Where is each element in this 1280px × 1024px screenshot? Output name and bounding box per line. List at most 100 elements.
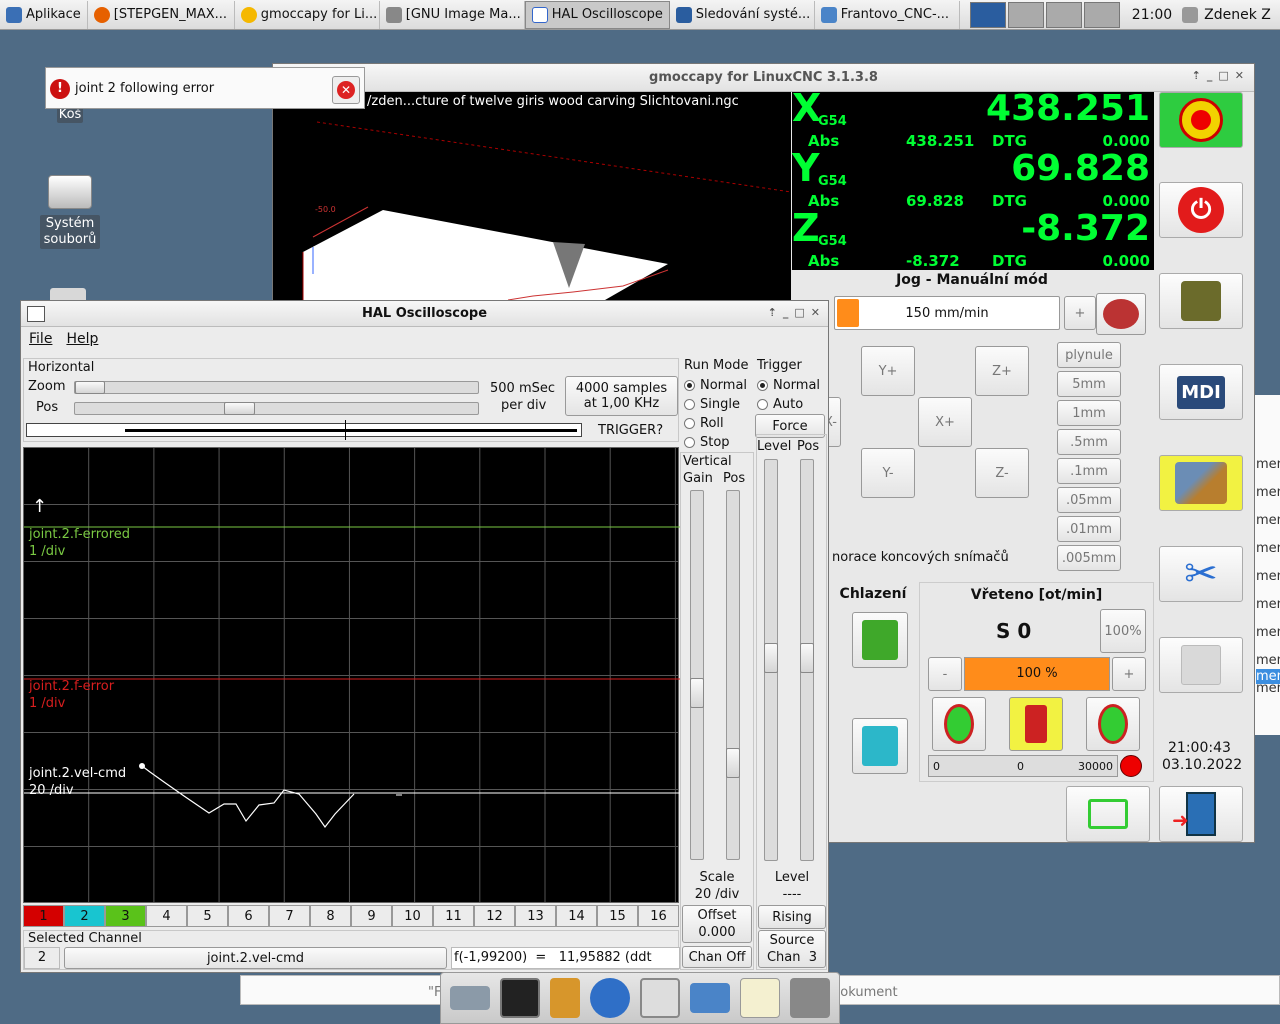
jog-speed-slider[interactable]: 150 mm/min bbox=[834, 296, 1060, 330]
mdi-button[interactable]: MDI bbox=[1159, 364, 1243, 420]
channel-button-12[interactable]: 12 bbox=[474, 905, 515, 927]
channel-button-5[interactable]: 5 bbox=[187, 905, 228, 927]
channel-button-15[interactable]: 15 bbox=[597, 905, 638, 927]
taskbar-item-folder[interactable]: Frantovo_CNC-... bbox=[815, 0, 960, 29]
ignore-limits-label[interactable]: norace koncových snímačů bbox=[832, 550, 1009, 565]
clock[interactable]: 21:00 bbox=[1132, 7, 1172, 23]
maximize-icon[interactable]: □ bbox=[794, 306, 804, 319]
spindle-forward-button[interactable] bbox=[932, 697, 986, 751]
channel-button-16[interactable]: 16 bbox=[638, 905, 679, 927]
file-manager-icon[interactable] bbox=[550, 978, 580, 1018]
close-icon[interactable]: ✕ bbox=[1235, 69, 1244, 82]
channel-button-2[interactable]: 2 bbox=[64, 905, 105, 927]
taskbar-item-gmoccapy[interactable]: gmoccapy for Li... bbox=[235, 0, 380, 29]
vertical-pos-slider[interactable] bbox=[726, 490, 740, 860]
jog-y-minus-button[interactable]: Y- bbox=[861, 448, 915, 498]
gcode-preview[interactable]: /zden...cture of twelve giris wood carvi… bbox=[273, 92, 791, 300]
spindle-override-bar[interactable]: 100 % bbox=[964, 657, 1110, 691]
taskbar-item-sysmonitor[interactable]: Sledování systé... bbox=[670, 0, 815, 29]
workspace-1[interactable] bbox=[969, 1, 1006, 28]
run-mode-stop[interactable]: Stop bbox=[684, 433, 753, 452]
search-icon[interactable] bbox=[640, 978, 680, 1018]
show-desktop-icon[interactable] bbox=[450, 986, 490, 1010]
taskbar-item-halscope[interactable]: HAL Oscilloscope bbox=[524, 0, 670, 29]
workspace-2[interactable] bbox=[1007, 1, 1044, 28]
minimize-icon[interactable]: _ bbox=[1207, 69, 1213, 82]
workspace-switcher[interactable] bbox=[969, 1, 1122, 28]
chan-off-button[interactable]: Chan Off bbox=[682, 946, 752, 968]
settings-button[interactable]: ✂ bbox=[1159, 546, 1243, 602]
spindle-stop-button[interactable] bbox=[1009, 697, 1063, 751]
channel-button-1[interactable]: 1 bbox=[23, 905, 64, 927]
scope-display[interactable]: ↑ joint.2.f-errored 1 /div joint.2.f-erro… bbox=[23, 447, 680, 903]
spindle-override-button[interactable]: 100% bbox=[1100, 609, 1146, 653]
screenshot-icon[interactable] bbox=[790, 978, 830, 1018]
pos-slider[interactable] bbox=[74, 402, 479, 415]
jog-y-plus-button[interactable]: Y+ bbox=[861, 346, 915, 396]
desktop-icon-trash[interactable]: Koš bbox=[38, 106, 102, 123]
applications-menu[interactable]: Aplikace bbox=[0, 0, 88, 29]
machine-power-button[interactable]: ⏻ bbox=[1159, 182, 1243, 238]
selected-channel-name-button[interactable]: joint.2.vel-cmd bbox=[64, 947, 447, 969]
channel-button-11[interactable]: 11 bbox=[433, 905, 474, 927]
trigger-pos-slider[interactable] bbox=[800, 459, 814, 861]
maximize-icon[interactable]: □ bbox=[1218, 69, 1228, 82]
taskbar-item-firefox[interactable]: [STEPGEN_MAX... bbox=[88, 0, 235, 29]
increment-button[interactable]: plynule bbox=[1057, 342, 1121, 368]
text-editor-icon[interactable] bbox=[740, 978, 780, 1018]
minimize-icon[interactable]: _ bbox=[783, 306, 789, 319]
close-icon[interactable]: ✕ bbox=[811, 306, 820, 319]
exit-button[interactable]: ➜ bbox=[1159, 786, 1243, 842]
channel-button-13[interactable]: 13 bbox=[515, 905, 556, 927]
mist-button[interactable] bbox=[852, 718, 908, 774]
offset-button[interactable]: Offset 0.000 bbox=[682, 905, 752, 943]
jog-z-plus-button[interactable]: Z+ bbox=[975, 346, 1029, 396]
trigger-source-button[interactable]: Source Chan 3 bbox=[758, 930, 826, 968]
channel-button-6[interactable]: 6 bbox=[228, 905, 269, 927]
increment-button[interactable]: 1mm bbox=[1057, 400, 1121, 426]
manual-mode-button[interactable] bbox=[1159, 273, 1243, 329]
spindle-plus-button[interactable]: + bbox=[1112, 657, 1146, 691]
web-browser-icon[interactable] bbox=[590, 978, 630, 1018]
run-mode-single[interactable]: Single bbox=[684, 395, 753, 414]
jog-speed-plus-button[interactable]: + bbox=[1064, 296, 1096, 330]
zoom-slider[interactable] bbox=[74, 381, 479, 394]
workspace-3[interactable] bbox=[1045, 1, 1082, 28]
flood-button[interactable] bbox=[852, 612, 908, 668]
taskbar-item-gimp[interactable]: [GNU Image Ma... bbox=[380, 0, 525, 29]
samples-button[interactable]: 4000 samples at 1,00 KHz bbox=[565, 376, 678, 416]
folder-icon[interactable] bbox=[690, 983, 730, 1013]
jog-z-minus-button[interactable]: Z- bbox=[975, 448, 1029, 498]
trigger-mode-normal[interactable]: Normal bbox=[757, 376, 827, 395]
channel-button-10[interactable]: 10 bbox=[392, 905, 433, 927]
workspace-4[interactable] bbox=[1083, 1, 1120, 28]
run-mode-roll[interactable]: Roll bbox=[684, 414, 753, 433]
trigger-mode-auto[interactable]: Auto bbox=[757, 395, 827, 414]
increment-button[interactable]: .05mm bbox=[1057, 487, 1121, 513]
jog-x-plus-button[interactable]: X+ bbox=[918, 397, 972, 447]
menu-file[interactable]: File bbox=[29, 331, 52, 353]
turtle-rabbit-button[interactable] bbox=[1096, 293, 1146, 335]
spindle-minus-button[interactable]: - bbox=[928, 657, 962, 691]
run-mode-normal[interactable]: Normal bbox=[684, 376, 753, 395]
desktop-icon-filesystem[interactable]: Systém souborů bbox=[38, 175, 102, 249]
close-notification-button[interactable]: ✕ bbox=[332, 76, 360, 104]
channel-button-4[interactable]: 4 bbox=[146, 905, 187, 927]
shade-icon[interactable]: ⇡ bbox=[768, 306, 777, 319]
channel-button-3[interactable]: 3 bbox=[105, 905, 146, 927]
terminal-icon[interactable] bbox=[500, 978, 540, 1018]
auto-mode-button[interactable] bbox=[1159, 455, 1243, 511]
increment-button[interactable]: 5mm bbox=[1057, 371, 1121, 397]
menu-help[interactable]: Help bbox=[66, 331, 98, 353]
estop-button[interactable] bbox=[1159, 92, 1243, 148]
increment-button[interactable]: .1mm bbox=[1057, 458, 1121, 484]
halscope-titlebar[interactable]: HAL Oscilloscope ⇡ _ □ ✕ bbox=[21, 301, 828, 327]
increment-button[interactable]: .5mm bbox=[1057, 429, 1121, 455]
channel-button-8[interactable]: 8 bbox=[310, 905, 351, 927]
rising-button[interactable]: Rising bbox=[758, 905, 826, 929]
window-menu-icon[interactable] bbox=[27, 306, 45, 322]
user-tabs-button[interactable] bbox=[1159, 637, 1243, 693]
channel-button-7[interactable]: 7 bbox=[269, 905, 310, 927]
spindle-reverse-button[interactable] bbox=[1086, 697, 1140, 751]
channel-button-14[interactable]: 14 bbox=[556, 905, 597, 927]
